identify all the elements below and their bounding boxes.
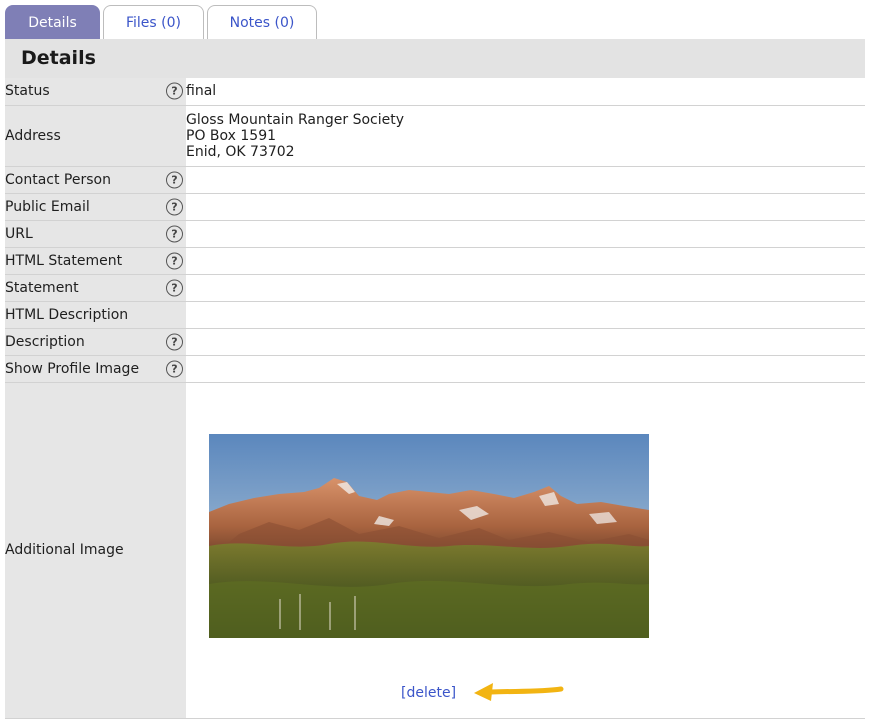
label-contact-person: Contact Person	[5, 171, 111, 188]
label-address: Address	[5, 127, 61, 144]
label-statement: Statement	[5, 279, 79, 296]
row-status: Status ? final	[5, 78, 865, 106]
tab-notes[interactable]: Notes (0)	[207, 5, 317, 40]
row-html-description: HTML Description	[5, 301, 865, 329]
row-description: Description ?	[5, 328, 865, 356]
label-additional-image: Additional Image	[5, 542, 124, 558]
value-additional-image: [delete]	[186, 382, 865, 719]
row-show-profile-image: Show Profile Image ?	[5, 355, 865, 383]
help-public-email-icon[interactable]: ?	[166, 198, 183, 215]
label-url: URL	[5, 225, 33, 242]
value-address: Gloss Mountain Ranger Society PO Box 159…	[186, 105, 865, 167]
address-line-3: Enid, OK 73702	[186, 143, 295, 160]
row-contact-person: Contact Person ?	[5, 166, 865, 194]
value-contact-person	[186, 166, 865, 194]
help-contact-person-icon[interactable]: ?	[166, 171, 183, 188]
value-url	[186, 220, 865, 248]
label-show-profile-image: Show Profile Image	[5, 360, 140, 377]
row-address: Address Gloss Mountain Ranger Society PO…	[5, 105, 865, 167]
help-html-statement-icon[interactable]: ?	[166, 252, 183, 269]
value-description	[186, 328, 865, 356]
delete-image-link[interactable]: [delete]	[401, 685, 456, 701]
row-html-statement: HTML Statement ?	[5, 247, 865, 275]
label-html-statement: HTML Statement	[5, 252, 123, 269]
row-url: URL ?	[5, 220, 865, 248]
value-html-statement	[186, 247, 865, 275]
help-description-icon[interactable]: ?	[166, 333, 183, 350]
section-title: Details	[21, 47, 96, 69]
value-html-description	[186, 301, 865, 329]
tab-files[interactable]: Files (0)	[103, 5, 204, 40]
address-line-2: PO Box 1591	[186, 127, 277, 144]
details-panel: Details Status ? final Address Gloss Mou…	[5, 39, 865, 719]
value-status: final	[186, 78, 865, 106]
mountain-photo	[209, 433, 649, 638]
help-statement-icon[interactable]: ?	[166, 279, 183, 296]
tab-bar: Details Files (0) Notes (0)	[5, 5, 317, 40]
label-public-email: Public Email	[5, 198, 90, 215]
row-public-email: Public Email ?	[5, 193, 865, 221]
tab-details[interactable]: Details	[5, 5, 100, 40]
value-show-profile-image	[186, 355, 865, 383]
help-status-icon[interactable]: ?	[166, 82, 183, 100]
value-public-email	[186, 193, 865, 221]
details-table: Status ? final Address Gloss Mountain Ra…	[5, 78, 865, 719]
help-url-icon[interactable]: ?	[166, 225, 183, 242]
label-html-description: HTML Description	[5, 306, 129, 323]
row-additional-image: Additional Image [delete]	[5, 382, 865, 719]
address-line-1: Gloss Mountain Ranger Society	[186, 111, 405, 128]
value-statement	[186, 274, 865, 302]
label-status: Status	[5, 83, 50, 100]
help-show-profile-image-icon[interactable]: ?	[166, 360, 183, 377]
row-statement: Statement ?	[5, 274, 865, 302]
label-description: Description	[5, 333, 85, 350]
left-arrow-annotation-icon	[474, 682, 564, 701]
panel-header: Details	[5, 39, 865, 78]
